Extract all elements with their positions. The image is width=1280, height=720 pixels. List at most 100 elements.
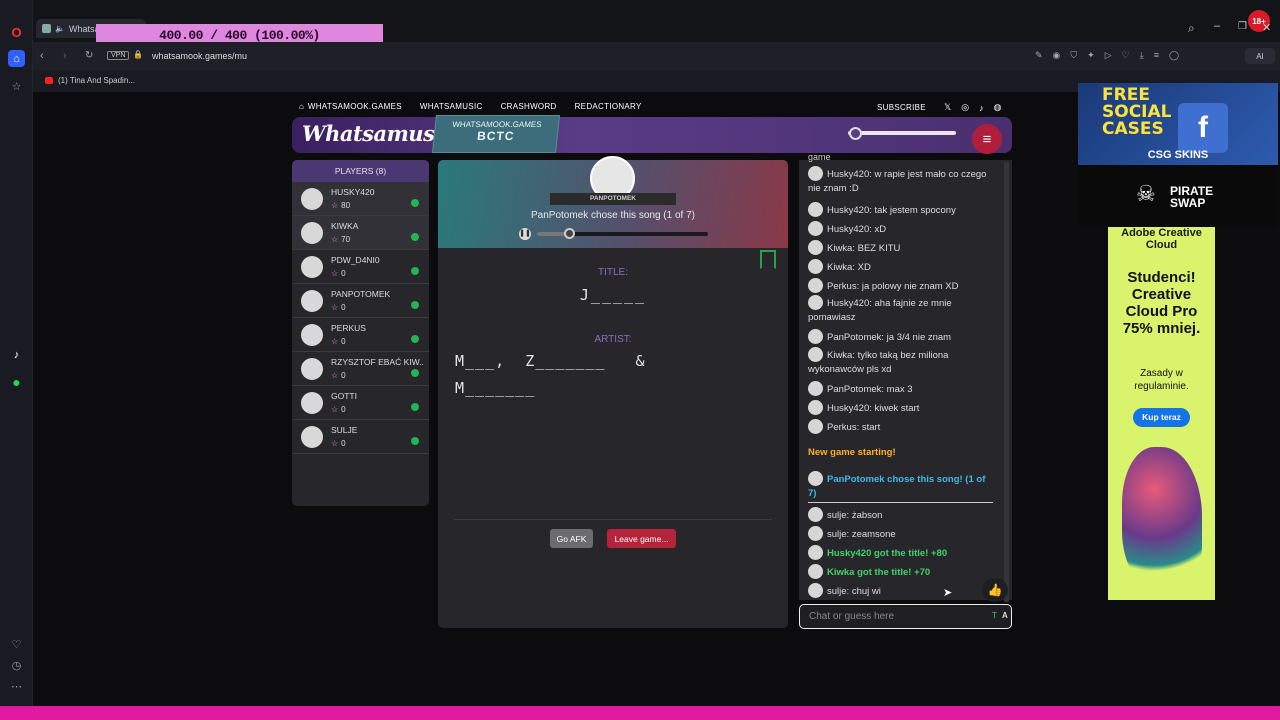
- avatar: [808, 259, 823, 274]
- shield-icon[interactable]: ⛉: [1070, 50, 1077, 62]
- search-icon[interactable]: ⌕: [1188, 21, 1195, 36]
- player-row[interactable]: HUSKY420 ☆ 80: [292, 182, 429, 216]
- history-icon[interactable]: ◷: [8, 657, 25, 674]
- chat-text: sulje: zeamsone: [827, 529, 896, 541]
- chat-message: Perkus: ja polowy nie znam XD: [808, 278, 994, 294]
- edit-icon[interactable]: ✎: [1035, 50, 1043, 62]
- twitter-icon[interactable]: 𝕏: [944, 102, 951, 113]
- chat-input[interactable]: Chat or guess here: [799, 604, 1012, 629]
- avatar: [808, 295, 823, 310]
- avatar: [808, 221, 823, 236]
- online-status-icon: [411, 437, 419, 445]
- chat-message: Kiwka: tylko taką bez miliona wykonawców…: [808, 347, 994, 377]
- nav-whatsamusic[interactable]: WHATSAMUSIC: [420, 102, 483, 111]
- online-status-icon: [411, 301, 419, 309]
- close-icon[interactable]: ✕: [1262, 21, 1271, 34]
- camera-icon[interactable]: ◉: [1053, 50, 1061, 62]
- artist-hint-line2: M_______: [455, 379, 536, 397]
- go-afk-button[interactable]: Go AFK: [550, 529, 593, 548]
- player-row[interactable]: PANPOTOMEK ☆ 0: [292, 284, 429, 318]
- thumbs-up-icon[interactable]: 👍: [982, 578, 1008, 602]
- chat-scrollbar[interactable]: [1004, 162, 1009, 602]
- leave-game-button[interactable]: Leave game...: [607, 529, 676, 548]
- restore-icon[interactable]: ❐: [1238, 21, 1247, 32]
- instagram-icon[interactable]: ◎: [961, 102, 969, 113]
- chat-message: Kiwka: BEZ KITU: [808, 240, 994, 256]
- score-value: 0: [341, 269, 346, 278]
- heart-outline-icon[interactable]: ♡: [1122, 50, 1130, 62]
- avatar: [808, 278, 823, 293]
- avatar: [808, 329, 823, 344]
- score-value: 0: [341, 439, 346, 448]
- speed-dial-icon[interactable]: ☆: [8, 78, 25, 95]
- chat-text: sulje: chuj wi: [827, 586, 881, 598]
- input-tag: A: [1002, 611, 1008, 620]
- adobe-ad[interactable]: Adobe Creative Cloud Studenci! Creative …: [1108, 227, 1215, 600]
- chat-text: Husky420: aha fajnie ze mnie pomawiasz: [808, 298, 952, 324]
- avatar: [808, 507, 823, 522]
- address-toolbar-icons: ✎ ◉ ⛉ ✦ ▷ ♡ ⤓ ≡ ◯: [1035, 50, 1235, 62]
- chat-cut-text: game: [808, 152, 831, 162]
- chat-message: sulje: chuj wi: [808, 583, 994, 599]
- download-icon[interactable]: ⤓: [1140, 50, 1144, 62]
- player-score: ☆ 0: [331, 405, 346, 414]
- chat-text: Husky420: kiwek start: [827, 403, 920, 415]
- player-row[interactable]: KIWKA ☆ 70: [292, 216, 429, 250]
- extension-icon[interactable]: ✦: [1087, 50, 1095, 62]
- online-status-icon: [411, 233, 419, 241]
- avatar: [301, 324, 323, 346]
- subscribe-link[interactable]: SUBSCRIBE: [877, 103, 926, 112]
- adobe-cta-button[interactable]: Kup teraz: [1133, 408, 1190, 427]
- avatar: [301, 188, 323, 210]
- online-status-icon: [411, 369, 419, 377]
- translate-icon[interactable]: T: [992, 611, 997, 620]
- badge-bottom-text: BCTC: [476, 129, 516, 143]
- site-logo[interactable]: Whatsamusic: [302, 121, 455, 146]
- nav-crashword[interactable]: CRASHWORD: [501, 102, 557, 111]
- chat-message: Kiwka: XD: [808, 259, 994, 275]
- player-row[interactable]: SULJE ☆ 0: [292, 420, 429, 454]
- home-icon[interactable]: ⌂: [8, 50, 25, 67]
- minimize-icon[interactable]: –: [1214, 20, 1220, 32]
- player-score: ☆ 80: [331, 201, 350, 210]
- more-icon[interactable]: ⋯: [8, 678, 25, 695]
- back-icon[interactable]: ‹: [40, 50, 44, 62]
- tiktok-icon[interactable]: ♪: [8, 346, 25, 363]
- vpn-badge[interactable]: VPN: [107, 51, 130, 60]
- title-hint: J_____: [579, 286, 647, 304]
- profile-icon[interactable]: ◯: [1169, 50, 1179, 62]
- avatar: [808, 545, 823, 560]
- score-value: 80: [341, 201, 351, 210]
- forward-icon[interactable]: ›: [63, 50, 67, 62]
- pirateswap-ad[interactable]: ☠ PIRATE SWAP: [1078, 165, 1278, 227]
- chat-message: PanPotomek: max 3: [808, 381, 994, 397]
- player-row[interactable]: GOTTI ☆ 0: [292, 386, 429, 420]
- play-icon[interactable]: ▷: [1105, 50, 1112, 62]
- player-row[interactable]: PERKUS ☆ 0: [292, 318, 429, 352]
- bookmark-item[interactable]: (1) Tina And Spadin...: [58, 76, 135, 85]
- ai-button[interactable]: AI: [1245, 48, 1275, 64]
- spotify-icon[interactable]: ●: [8, 373, 25, 390]
- nav-redactionary[interactable]: REDACTIONARY: [575, 102, 642, 111]
- volume-thumb[interactable]: [849, 127, 862, 140]
- star-icon: ☆: [331, 235, 339, 244]
- player-row[interactable]: RZYSZTOF EBAĆ KIW... ☆ 0: [292, 352, 429, 386]
- speaker-icon[interactable]: 🔈: [55, 24, 65, 33]
- nav-whatsamook[interactable]: WHATSAMOOK.GAMES: [308, 102, 402, 111]
- heart-icon[interactable]: ♡: [8, 636, 25, 653]
- menu-icon[interactable]: ≡: [1154, 50, 1159, 62]
- player-row[interactable]: PDW_D4NI0 ☆ 0: [292, 250, 429, 284]
- reload-icon[interactable]: ↻: [85, 50, 93, 61]
- opera-logo-icon[interactable]: O: [8, 24, 25, 41]
- player-score: ☆ 0: [331, 439, 346, 448]
- chat-text: PanPotomek: max 3: [827, 384, 913, 396]
- tiktok-small-icon[interactable]: ♪: [979, 103, 984, 113]
- discord-icon[interactable]: ◍: [994, 102, 1002, 113]
- csgskins-ad[interactable]: FREE SOCIAL CASES f CSG SKINS: [1078, 83, 1278, 165]
- chat-message: Perkus: start: [808, 419, 994, 435]
- avatar: [808, 564, 823, 579]
- url-field[interactable]: whatsamook.games/mu: [152, 51, 247, 61]
- pause-icon[interactable]: ❚❚: [519, 228, 531, 240]
- hamburger-menu-icon[interactable]: ≡: [972, 124, 1002, 154]
- volume-slider[interactable]: [848, 131, 956, 135]
